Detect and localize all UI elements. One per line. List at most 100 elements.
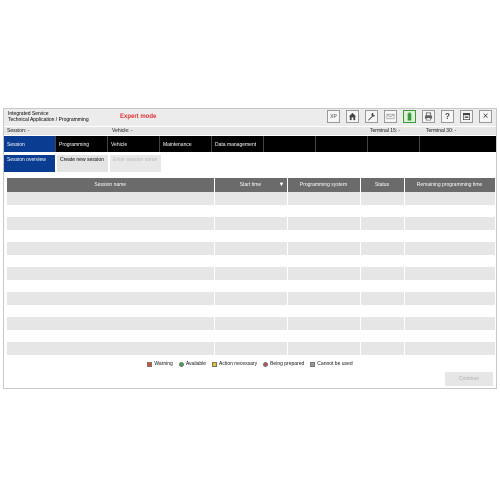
- table-cell: [404, 192, 496, 205]
- table-cell: [214, 267, 288, 280]
- column-status[interactable]: Status: [360, 178, 405, 192]
- window-button[interactable]: [460, 110, 473, 123]
- legend-available: Available: [178, 361, 206, 367]
- table-header-row: Session name Start time ▼ Programming sys…: [7, 178, 496, 192]
- table-cell: [404, 204, 496, 217]
- table-body: [7, 192, 496, 355]
- table-cell: [360, 267, 405, 280]
- table-cell: [360, 292, 405, 305]
- table-row[interactable]: [7, 317, 496, 330]
- messages-button[interactable]: [384, 110, 397, 123]
- tab-enter-session-name: Enter session name: [110, 155, 161, 172]
- menu-programming[interactable]: Programming: [56, 136, 108, 152]
- printer-icon: [424, 112, 433, 121]
- sort-down-icon[interactable]: ▼: [279, 182, 285, 188]
- app-title-line2: Technical Application / Programming: [8, 117, 89, 123]
- menu-maintenance[interactable]: Maintenance: [160, 136, 212, 152]
- being-prepared-icon: [263, 361, 269, 367]
- table-cell: [7, 279, 215, 292]
- table-cell: [404, 329, 496, 342]
- table-cell: [287, 329, 361, 342]
- table-cell: [214, 192, 288, 205]
- table-cell: [404, 217, 496, 230]
- terminal-15-status: Terminal 15: -: [370, 128, 401, 134]
- service-button[interactable]: [365, 110, 378, 123]
- table-cell: [214, 229, 288, 242]
- column-start-time[interactable]: Start time ▼: [214, 178, 288, 192]
- cannot-be-used-icon: [310, 361, 316, 367]
- table-row[interactable]: [7, 342, 496, 355]
- toolbar: XP ? ×: [327, 110, 492, 123]
- table-cell: [360, 204, 405, 217]
- app-title: Integrated Service Technical Application…: [8, 111, 89, 123]
- column-session-name[interactable]: Session name: [7, 178, 215, 192]
- xp-icon: XP: [330, 113, 337, 120]
- legend-action-necessary-label: Action necessary: [219, 361, 258, 367]
- table-row[interactable]: [7, 254, 496, 267]
- table-cell: [404, 317, 496, 330]
- table-row[interactable]: [7, 229, 496, 242]
- help-icon: ?: [445, 112, 450, 121]
- table-row[interactable]: [7, 292, 496, 305]
- table-cell: [404, 279, 496, 292]
- table-cell: [360, 229, 405, 242]
- tab-session-overview[interactable]: Session overview: [4, 155, 55, 172]
- table-row[interactable]: [7, 279, 496, 292]
- help-button[interactable]: ?: [441, 110, 454, 123]
- print-button[interactable]: [422, 110, 435, 123]
- table-row[interactable]: [7, 204, 496, 217]
- table-cell: [404, 292, 496, 305]
- table-cell: [287, 229, 361, 242]
- table-cell: [214, 279, 288, 292]
- table-cell: [287, 192, 361, 205]
- table-cell: [7, 254, 215, 267]
- available-icon: [178, 361, 184, 367]
- expert-mode-label: Expert mode: [120, 114, 157, 120]
- title-bar: Integrated Service Technical Application…: [4, 109, 496, 126]
- table-row[interactable]: [7, 192, 496, 205]
- continue-button[interactable]: Continue: [445, 372, 493, 386]
- legend-cannot-be-used-label: Cannot be used: [317, 361, 353, 367]
- table-cell: [214, 342, 288, 355]
- table-row[interactable]: [7, 217, 496, 230]
- table-cell: [214, 254, 288, 267]
- table-cell: [404, 254, 496, 267]
- action-necessary-icon: [212, 361, 218, 367]
- home-button[interactable]: [346, 110, 359, 123]
- table-row[interactable]: [7, 329, 496, 342]
- legend-being-prepared: Being prepared: [263, 361, 304, 367]
- table-cell: [360, 254, 405, 267]
- table-cell: [287, 279, 361, 292]
- table-cell: [360, 192, 405, 205]
- table-row[interactable]: [7, 267, 496, 280]
- mail-icon: [386, 113, 395, 120]
- table-cell: [404, 242, 496, 255]
- menu-vehicle[interactable]: Vehicle: [108, 136, 160, 152]
- table-row[interactable]: [7, 242, 496, 255]
- sub-tabs: Session overview Create new session Ente…: [4, 155, 161, 172]
- table-cell: [287, 317, 361, 330]
- xp-button[interactable]: XP: [327, 110, 340, 123]
- table-cell: [7, 292, 215, 305]
- vehicle-status: Vehicle: -: [112, 128, 133, 134]
- window-icon: [462, 112, 471, 121]
- menu-data-management[interactable]: Data management: [212, 136, 264, 152]
- table-cell: [360, 279, 405, 292]
- menu-filler: [420, 136, 496, 152]
- wrench-icon: [367, 112, 376, 121]
- table-cell: [7, 329, 215, 342]
- terminal-30-status: Terminal 30: -: [426, 128, 457, 134]
- column-programming-system[interactable]: Programming system: [287, 178, 361, 192]
- table-cell: [287, 217, 361, 230]
- table-cell: [360, 304, 405, 317]
- menu-session[interactable]: Session: [4, 136, 56, 152]
- close-button[interactable]: ×: [479, 110, 492, 123]
- table-cell: [404, 342, 496, 355]
- column-remaining-programming-time[interactable]: Remaining programming time: [404, 178, 496, 192]
- battery-button[interactable]: [403, 110, 416, 123]
- tab-create-new-session[interactable]: Create new session: [57, 155, 108, 172]
- table-cell: [7, 229, 215, 242]
- table-row[interactable]: [7, 304, 496, 317]
- table-cell: [7, 217, 215, 230]
- legend-being-prepared-label: Being prepared: [270, 361, 305, 367]
